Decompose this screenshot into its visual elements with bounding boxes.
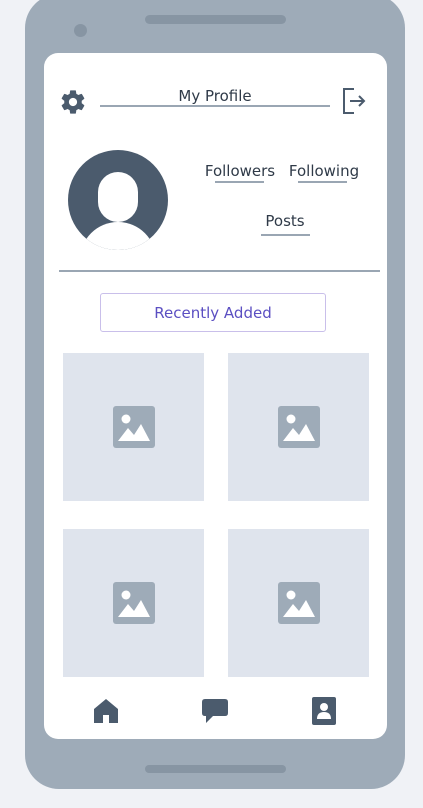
gallery-item[interactable]	[63, 353, 204, 501]
posts-label[interactable]: Posts	[250, 212, 320, 230]
image-placeholder-icon	[277, 406, 320, 448]
avatar-body	[80, 222, 156, 250]
home-indicator	[145, 765, 286, 773]
page-title: My Profile	[178, 87, 252, 105]
gallery-item[interactable]	[63, 529, 204, 677]
title-underline	[100, 105, 330, 107]
avatar-head	[98, 172, 138, 222]
speaker-grille	[145, 15, 286, 24]
avatar[interactable]	[68, 150, 168, 250]
front-camera	[74, 24, 87, 37]
app-screen: My Profile Followers Following Posts Rec…	[44, 53, 387, 739]
section-divider	[59, 270, 380, 272]
followers-underline	[215, 181, 264, 183]
logout-icon[interactable]	[342, 86, 368, 116]
recently-added-button[interactable]: Recently Added	[100, 293, 326, 332]
following-underline	[298, 181, 347, 183]
image-placeholder-icon	[277, 582, 320, 624]
followers-label[interactable]: Followers	[200, 162, 280, 180]
gear-icon[interactable]	[59, 88, 87, 116]
image-placeholder-icon	[112, 406, 155, 448]
gallery-item[interactable]	[228, 529, 369, 677]
posts-underline	[261, 234, 310, 236]
image-placeholder-icon	[112, 582, 155, 624]
gallery-item[interactable]	[228, 353, 369, 501]
home-icon[interactable]	[92, 696, 120, 724]
chat-icon[interactable]	[201, 698, 229, 724]
following-label[interactable]: Following	[283, 162, 365, 180]
profile-icon[interactable]	[312, 697, 336, 725]
